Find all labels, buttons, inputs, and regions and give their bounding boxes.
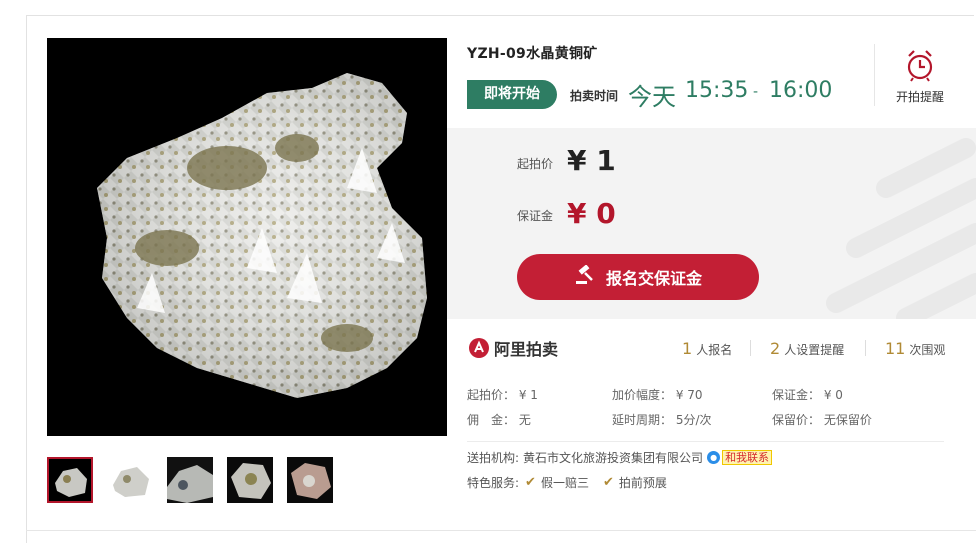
agency-name[interactable]: 黄石市文化旅游投资集团有限公司: [523, 449, 703, 466]
detail-commission: 佣 金： 无: [467, 413, 531, 427]
platform-name: 阿里拍卖: [494, 340, 559, 359]
auction-day: 今天: [628, 83, 676, 111]
features-label: 特色服务:: [467, 476, 520, 490]
status-badge: 即将开始: [467, 80, 557, 109]
contact-button[interactable]: ● 和我联系: [707, 450, 773, 465]
divider: [750, 340, 751, 356]
stat-label: 人报名: [696, 343, 733, 357]
register-deposit-button[interactable]: 报名交保证金: [517, 254, 759, 300]
time-separator: -: [753, 84, 759, 100]
deposit-label: 保证金: [517, 209, 554, 223]
lot-title: YZH-09水晶黄铜矿: [467, 46, 598, 62]
detail-start-price: 起拍价： ¥ 1: [467, 388, 538, 402]
features-row: 特色服务: ✔ 假一赔三 ✔ 拍前预展: [467, 474, 667, 491]
thumbnail-strip: [47, 457, 333, 503]
agency-label: 送拍机构:: [467, 451, 520, 465]
deposit-value: ¥ 0: [567, 197, 616, 230]
stat-label: 人设置提醒: [784, 343, 845, 357]
check-icon: ✔: [525, 475, 536, 490]
auction-time-label: 拍卖时间: [570, 89, 619, 103]
feature-item[interactable]: ✔ 拍前预展: [603, 474, 667, 491]
thumbnail-5[interactable]: [287, 457, 333, 503]
start-price-label: 起拍价: [517, 157, 554, 171]
start-price-value: ¥ 1: [567, 144, 616, 177]
register-deposit-label: 报名交保证金: [605, 269, 702, 288]
detail-deposit: 保证金： ¥ 0: [772, 388, 843, 402]
stat-views: 11 次围观: [885, 339, 945, 358]
auction-end-time: 16:00: [769, 78, 833, 103]
main-product-image[interactable]: [47, 38, 447, 436]
alarm-clock-icon: [904, 50, 936, 86]
detail-reserve: 保留价： 无保留价: [772, 413, 872, 427]
divider: [874, 44, 875, 106]
detail-delay: 延时周期： 5分/次: [612, 413, 712, 427]
stat-label: 次围观: [909, 343, 946, 357]
stat-number: 2: [770, 339, 781, 358]
remind-button[interactable]: 开拍提醒: [893, 48, 947, 105]
stat-number: 1: [682, 339, 693, 358]
agency-row: 送拍机构: 黄石市文化旅游投资集团有限公司 ● 和我联系: [467, 449, 773, 466]
ali-auction-logo: 阿里拍卖: [468, 336, 558, 360]
thumbnail-2[interactable]: [107, 457, 153, 503]
auction-start-time: 15:35: [685, 78, 749, 103]
ali-auction-logo-icon: [469, 338, 489, 358]
check-icon: ✔: [602, 475, 614, 490]
remind-label: 开拍提醒: [895, 90, 944, 104]
stat-registered: 1 人报名: [682, 339, 732, 358]
stat-reminders: 2 人设置提醒: [770, 339, 844, 358]
thumbnail-3[interactable]: [167, 457, 213, 503]
divider: [865, 340, 866, 356]
divider: [467, 441, 944, 442]
detail-increment: 加价幅度： ¥ 70: [612, 388, 703, 402]
thumbnail-1[interactable]: [47, 457, 93, 503]
feature-label: 假一赔三: [540, 476, 589, 490]
decorative-stripes: [826, 138, 976, 319]
stat-number: 11: [885, 339, 906, 358]
feature-item[interactable]: ✔ 假一赔三: [525, 474, 589, 491]
gavel-icon: [574, 264, 596, 289]
feature-label: 拍前预展: [618, 476, 667, 490]
divider: [26, 530, 976, 531]
chat-icon: ●: [707, 451, 721, 464]
contact-label: 和我联系: [722, 450, 773, 465]
thumbnail-4[interactable]: [227, 457, 273, 503]
